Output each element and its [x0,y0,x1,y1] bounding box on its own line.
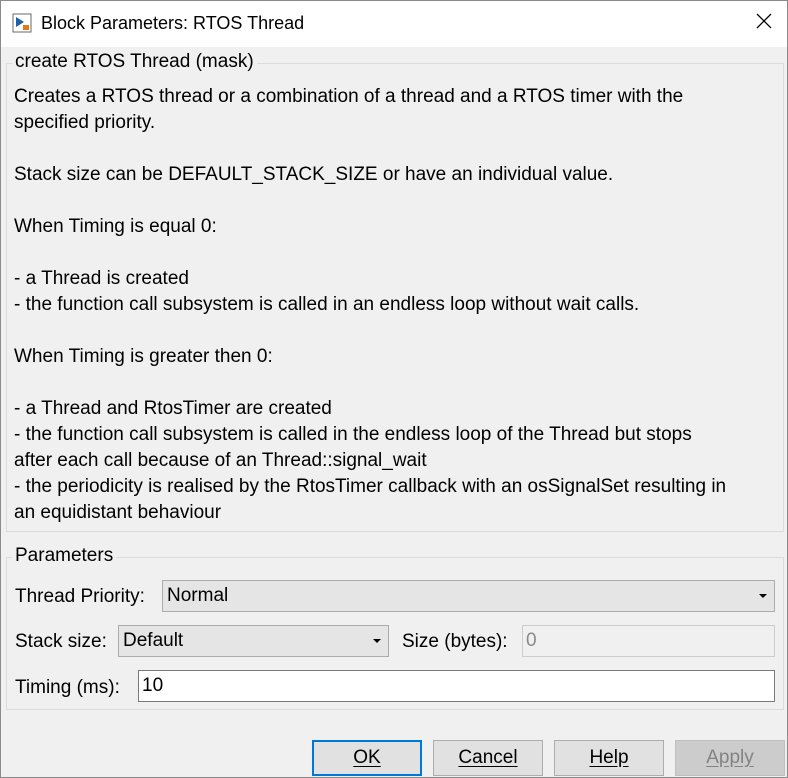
description-line: Creates a RTOS thread or a combination o… [14,86,684,107]
stack-size-value: Default [123,630,184,651]
timing-field[interactable]: 10 [138,670,775,702]
help-button[interactable]: Help [554,740,664,776]
description-line: When Timing is equal 0: [14,216,217,237]
description-group: create RTOS Thread (mask) Creates a RTOS… [6,51,784,532]
description-line: - the function call subsystem is called … [14,294,640,315]
cancel-button[interactable]: Cancel [433,740,543,776]
ok-button[interactable]: OK [312,740,422,776]
description-line: an equidistant behaviour [14,502,222,523]
size-bytes-label: Size (bytes): [402,631,508,652]
close-button[interactable] [741,1,787,45]
description-legend: create RTOS Thread (mask) [12,51,257,73]
apply-button[interactable]: Apply [675,740,785,776]
timing-label: Timing (ms): [15,677,120,698]
description-line: - a Thread is created [14,268,189,289]
apply-button-label: Apply [706,747,754,768]
thread-priority-value: Normal [167,585,229,606]
thread-priority-label: Thread Priority: [15,586,145,607]
stack-size-select[interactable]: Default [118,625,389,657]
help-button-label: Help [589,747,629,768]
thread-priority-select[interactable]: Normal [162,580,775,612]
simulink-block-icon [12,13,32,33]
description-line: When Timing is greater then 0: [14,346,273,367]
cancel-button-label: Cancel [458,747,518,768]
description-line: Stack size can be DEFAULT_STACK_SIZE or … [14,164,614,185]
dialog-window: Block Parameters: RTOS Thread create RTO… [0,0,788,778]
chevron-down-icon [373,639,381,643]
ok-button-label: OK [353,747,381,768]
parameters-legend: Parameters [12,545,117,567]
chevron-down-icon [759,594,767,598]
title-bar[interactable]: Block Parameters: RTOS Thread [1,1,787,47]
close-icon [756,13,772,34]
description-text: Creates a RTOS thread or a combination o… [14,84,774,526]
description-line: - a Thread and RtosTimer are created [14,398,332,419]
description-line: - the periodicity is realised by the Rto… [14,476,727,497]
description-line: specified priority. [14,112,156,133]
description-line: - the function call subsystem is called … [14,424,692,445]
size-bytes-field: 0 [522,625,775,657]
description-line: after each call because of an Thread::si… [14,450,427,471]
window-title: Block Parameters: RTOS Thread [41,13,305,33]
stack-size-label: Stack size: [15,631,107,652]
